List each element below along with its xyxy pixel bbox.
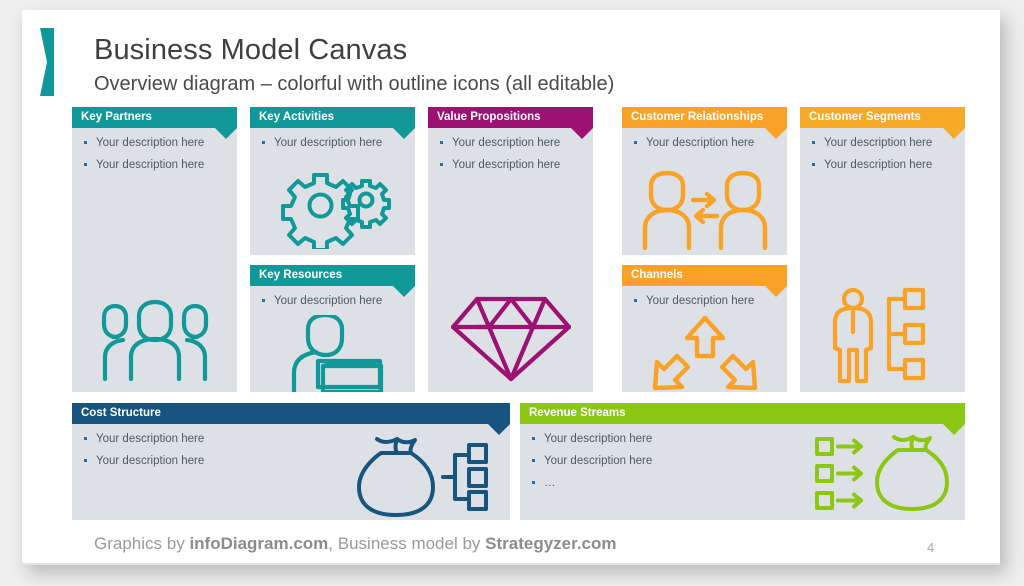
bullet-list-channels: Your description here bbox=[622, 286, 787, 308]
panel-title-key-activities: Key Activities bbox=[259, 111, 334, 123]
footer-divider bbox=[22, 563, 1000, 565]
list-item: Your description here bbox=[810, 158, 959, 172]
ribbon-cost-structure: Cost Structure bbox=[72, 403, 510, 435]
list-item: Your description here bbox=[438, 136, 587, 150]
money-bag-tree-icon bbox=[357, 437, 488, 517]
panel-title-customer-relationships: Customer Relationships bbox=[631, 111, 764, 123]
panel-key-resources[interactable]: Key Resources Your description here bbox=[250, 265, 415, 392]
panel-key-activities[interactable]: Key Activities Your description here bbox=[250, 107, 415, 255]
footer-middle: , Business model by bbox=[328, 534, 486, 553]
list-item: Your description here bbox=[632, 136, 781, 150]
ribbon-key-partners: Key Partners bbox=[72, 107, 237, 139]
panel-title-key-partners: Key Partners bbox=[81, 111, 152, 123]
slide-stage: Business Model Canvas Overview diagram –… bbox=[0, 0, 1024, 586]
list-item: Your description here bbox=[82, 136, 231, 150]
ribbon-channels: Channels bbox=[622, 265, 787, 297]
panel-title-revenue-streams: Revenue Streams bbox=[529, 407, 626, 419]
panel-title-value-propositions: Value Propositions bbox=[437, 111, 541, 123]
accent-flag-icon bbox=[40, 28, 54, 96]
panel-title-cost-structure: Cost Structure bbox=[81, 407, 161, 419]
ribbon-customer-segments: Customer Segments bbox=[800, 107, 965, 139]
panel-customer-relationships[interactable]: Customer Relationships Your description … bbox=[622, 107, 787, 255]
panel-key-partners[interactable]: Key Partners Your description here Your … bbox=[72, 107, 237, 392]
person-hierarchy-icon bbox=[832, 287, 925, 384]
footer-brand-infodiagram: infoDiagram.com bbox=[189, 534, 329, 553]
ribbon-key-resources: Key Resources bbox=[250, 265, 415, 297]
panel-customer-segments[interactable]: Customer Segments Your description here … bbox=[800, 107, 965, 392]
list-item: Your description here bbox=[260, 294, 409, 308]
footer-brand-strategyzer: Strategyzer.com bbox=[485, 534, 617, 553]
two-people-arrows-icon bbox=[642, 170, 767, 250]
gears-icon bbox=[280, 173, 391, 249]
bullet-list-key-resources: Your description here bbox=[250, 286, 415, 308]
ribbon-revenue-streams: Revenue Streams bbox=[520, 403, 965, 435]
panel-title-key-resources: Key Resources bbox=[259, 269, 343, 281]
panel-value-propositions[interactable]: Value Propositions Your description here… bbox=[428, 107, 593, 392]
person-with-book-icon bbox=[291, 315, 383, 392]
panel-cost-structure[interactable]: Cost Structure Your description here You… bbox=[72, 403, 510, 520]
three-people-icon bbox=[101, 299, 208, 381]
list-item: Your description here bbox=[82, 158, 231, 172]
footer-credit: Graphics by infoDiagram.com, Business mo… bbox=[94, 534, 617, 554]
panel-title-channels: Channels bbox=[631, 269, 683, 281]
panel-channels[interactable]: Channels Your description here bbox=[622, 265, 787, 392]
bullet-list-key-partners: Your description here Your description h… bbox=[72, 128, 237, 172]
page-number: 4 bbox=[927, 540, 935, 555]
ribbon-customer-relationships: Customer Relationships bbox=[622, 107, 787, 139]
panel-revenue-streams[interactable]: Revenue Streams Your description here Yo… bbox=[520, 403, 965, 520]
page-title: Business Model Canvas bbox=[94, 34, 408, 66]
ribbon-value-propositions: Value Propositions bbox=[428, 107, 593, 139]
footer-prefix: Graphics by bbox=[94, 534, 190, 553]
list-item: Your description here bbox=[438, 158, 587, 172]
arrows-money-bag-icon bbox=[814, 435, 949, 511]
bullet-list-customer-relationships: Your description here bbox=[622, 128, 787, 150]
page-subtitle: Overview diagram – colorful with outline… bbox=[94, 73, 615, 95]
slide-card: Business Model Canvas Overview diagram –… bbox=[22, 10, 1000, 565]
bullet-list-key-activities: Your description here bbox=[250, 128, 415, 150]
list-item: Your description here bbox=[632, 294, 781, 308]
ribbon-key-activities: Key Activities bbox=[250, 107, 415, 139]
bullet-list-customer-segments: Your description here Your description h… bbox=[800, 128, 965, 172]
diamond-icon bbox=[450, 296, 571, 382]
panel-title-customer-segments: Customer Segments bbox=[809, 111, 921, 123]
three-arrows-icon bbox=[652, 315, 757, 391]
list-item: Your description here bbox=[260, 136, 409, 150]
bullet-list-value-propositions: Your description here Your description h… bbox=[428, 128, 593, 172]
list-item: Your description here bbox=[810, 136, 959, 150]
